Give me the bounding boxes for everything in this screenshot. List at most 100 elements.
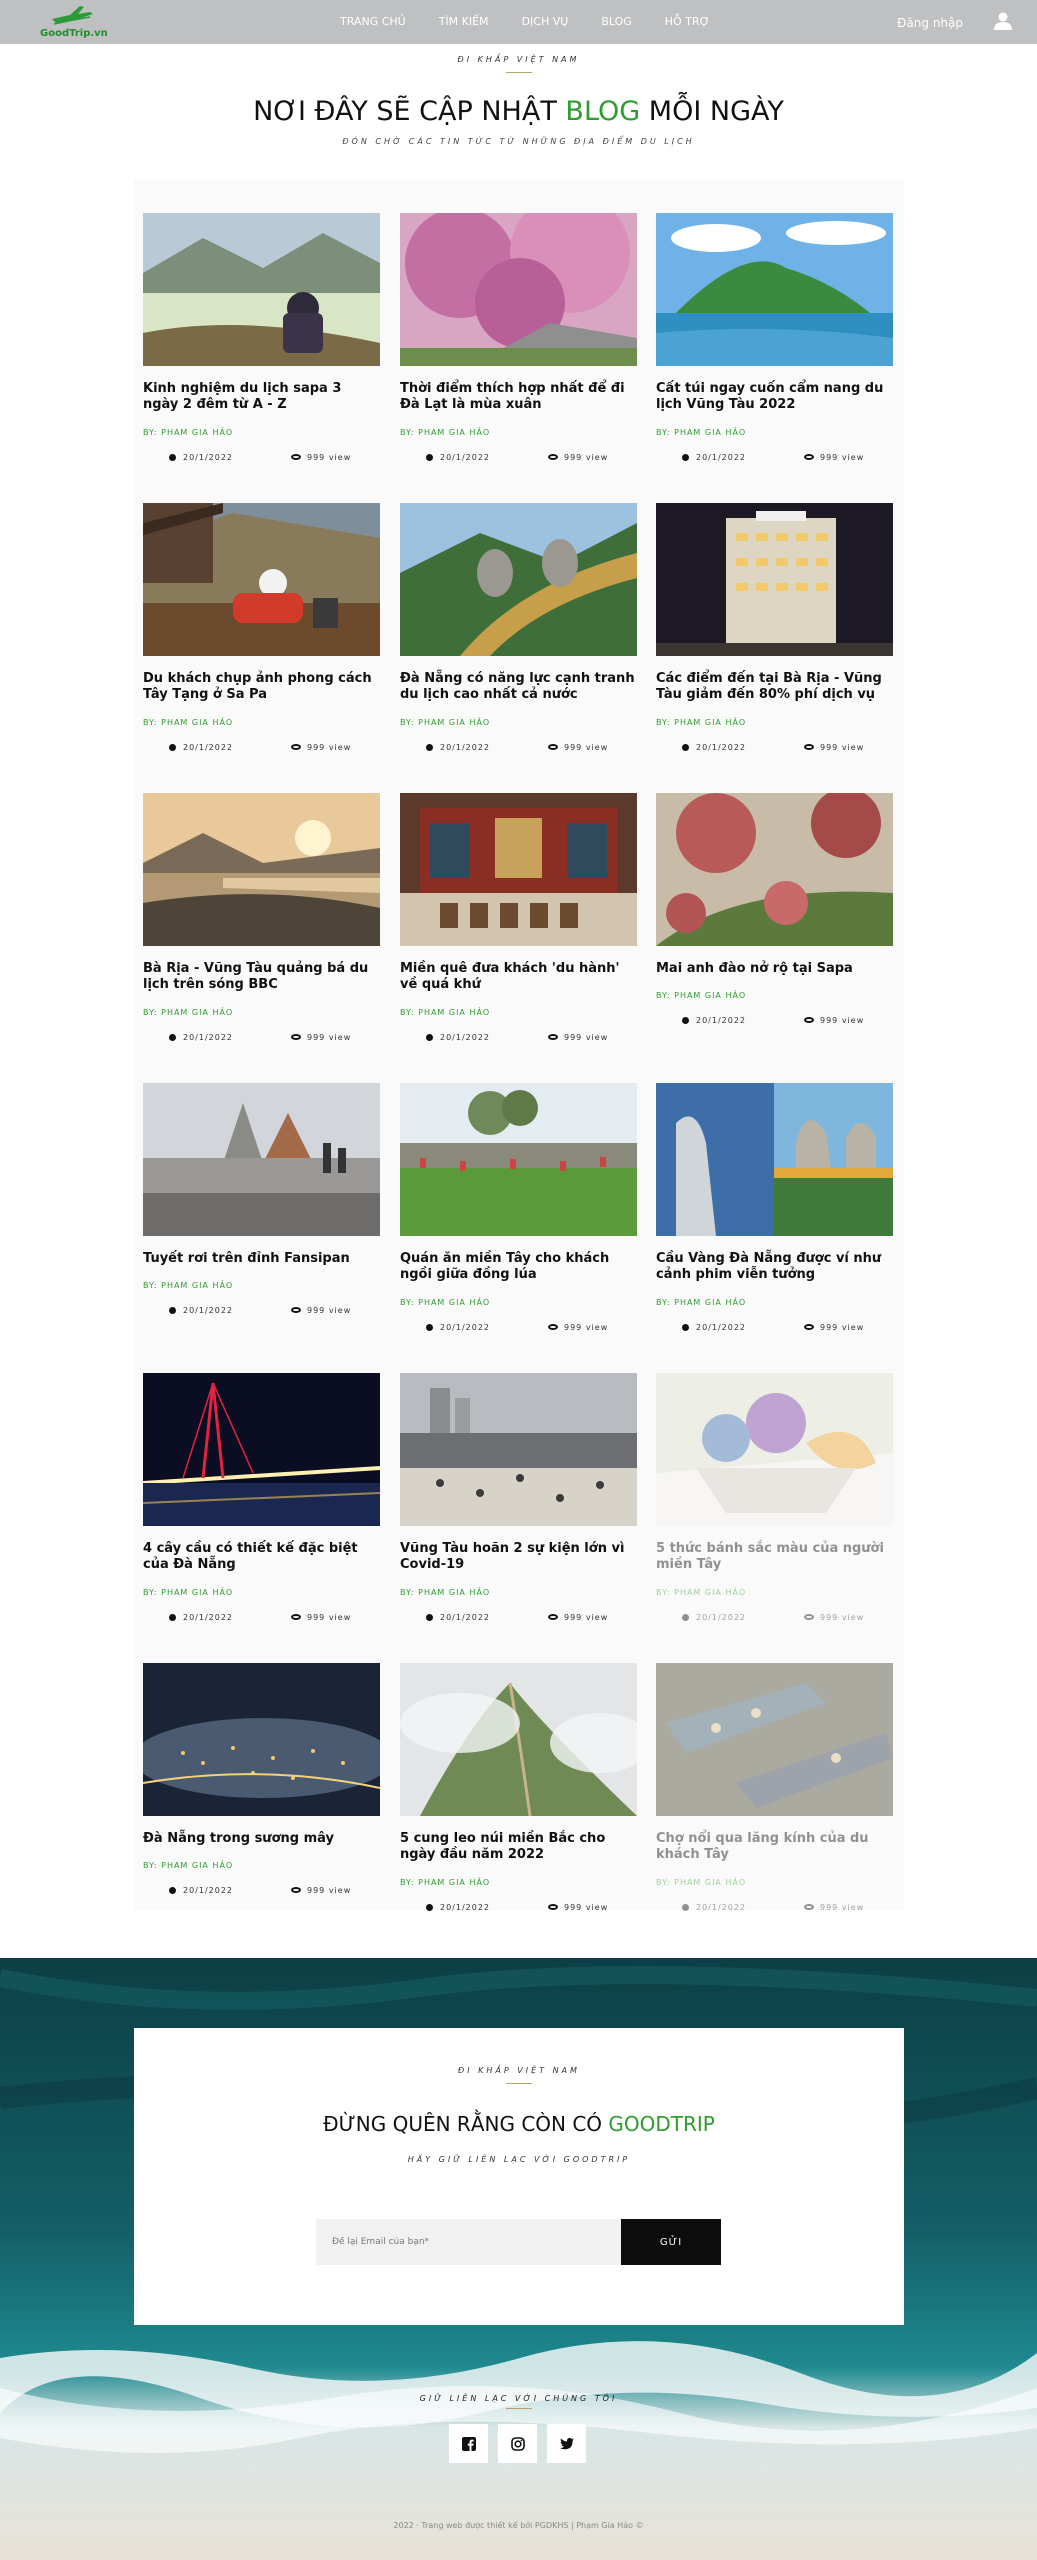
blog-card[interactable]: Cất túi ngay cuốn cẩm nang du lịch Vũng … [656, 213, 893, 483]
blog-card[interactable]: Đà Nẵng có năng lực cạnh tranh du lịch c… [400, 503, 637, 773]
blog-card[interactable]: Thời điểm thích hợp nhất để đi Đà Lạt là… [400, 213, 637, 483]
nav-item-blog[interactable]: BLOG [601, 15, 631, 28]
blog-date: 20/1/2022 [682, 1016, 746, 1025]
email-input[interactable] [316, 2219, 621, 2265]
blog-title[interactable]: Miền quê đưa khách 'du hành' về quá khứ [400, 961, 637, 993]
facebook-button[interactable] [449, 2424, 488, 2463]
blog-card[interactable]: Cầu Vàng Đà Nẵng được ví như cảnh phim v… [656, 1083, 893, 1353]
send-button[interactable]: GỬI [621, 2219, 721, 2265]
blog-card[interactable]: Chợ nổi qua lăng kính của du khách Tây BY… [656, 1663, 893, 1933]
blog-thumbnail[interactable] [656, 793, 893, 946]
blog-thumbnail[interactable] [656, 503, 893, 656]
blog-author: BY: PHAM GIA HẢO [656, 1878, 747, 1887]
blog-card[interactable]: Tuyết rơi trên đỉnh Fansipan BY: PHAM GIA… [143, 1083, 380, 1353]
blog-views: 999 view [291, 1306, 351, 1315]
blog-date-text: 20/1/2022 [183, 1306, 234, 1315]
blog-title[interactable]: Đà Nẵng có năng lực cạnh tranh du lịch c… [400, 671, 637, 703]
blog-card[interactable]: Du khách chụp ảnh phong cách Tây Tạng ở … [143, 503, 380, 773]
blog-title[interactable]: Thời điểm thích hợp nhất để đi Đà Lạt là… [400, 381, 637, 413]
facebook-icon [461, 2436, 476, 2451]
blog-card[interactable]: 5 thức bánh sắc màu của người miền Tây BY… [656, 1373, 893, 1643]
blog-author: BY: PHAM GIA HẢO [143, 718, 234, 727]
blog-title[interactable]: Cầu Vàng Đà Nẵng được ví như cảnh phim v… [656, 1251, 893, 1283]
blog-card[interactable]: Mai anh đào nở rộ tại Sapa BY: PHAM GIA H… [656, 793, 893, 1063]
clock-icon [426, 1904, 433, 1911]
user-icon[interactable] [993, 11, 1013, 31]
nav-item-support[interactable]: HỖ TRỢ [665, 15, 710, 28]
blog-title[interactable]: Quán ăn miền Tây cho khách ngồi giữa đồn… [400, 1251, 637, 1283]
blog-thumbnail[interactable] [656, 1663, 893, 1816]
blog-author: BY: PHAM GIA HẢO [400, 1008, 491, 1017]
blog-title[interactable]: Các điểm đến tại Bà Rịa - Vũng Tàu giảm … [656, 671, 893, 703]
twitter-button[interactable] [547, 2424, 586, 2463]
subscribe-subtitle: HÃY GIỮ LIÊN LẠC VỚI GOODTRIP [407, 2155, 631, 2164]
blog-card[interactable]: Kinh nghiệm du lịch sapa 3 ngày 2 đêm từ… [143, 213, 380, 483]
blog-date-text: 20/1/2022 [440, 453, 491, 462]
nav-item-home[interactable]: TRANG CHỦ [340, 15, 406, 28]
blog-card[interactable]: Bà Rịa - Vũng Tàu quảng bá du lịch trên … [143, 793, 380, 1063]
blog-date-text: 20/1/2022 [696, 1613, 747, 1622]
blog-card[interactable]: Các điểm đến tại Bà Rịa - Vũng Tàu giảm … [656, 503, 893, 773]
blog-views: 999 view [291, 1033, 351, 1042]
blog-card[interactable]: 4 cây cầu có thiết kế đặc biệt của Đà Nẵ… [143, 1373, 380, 1643]
blog-thumbnail[interactable] [143, 1373, 380, 1526]
blog-date-text: 20/1/2022 [183, 453, 234, 462]
blog-date: 20/1/2022 [426, 743, 490, 752]
blog-thumbnail[interactable] [143, 213, 380, 366]
blog-title[interactable]: Cất túi ngay cuốn cẩm nang du lịch Vũng … [656, 381, 893, 413]
blog-title[interactable]: Du khách chụp ảnh phong cách Tây Tạng ở … [143, 671, 380, 703]
blog-title[interactable]: 5 thức bánh sắc màu của người miền Tây [656, 1541, 893, 1573]
blog-views: 999 view [548, 743, 608, 752]
blog-thumbnail[interactable] [143, 1083, 380, 1236]
blog-thumbnail[interactable] [400, 503, 637, 656]
blog-thumbnail[interactable] [400, 793, 637, 946]
blog-thumbnail[interactable] [143, 793, 380, 946]
title-part-1: NƠI ĐÂY SẼ CẬP NHẬT [253, 96, 557, 127]
eye-icon [548, 1034, 558, 1040]
login-link[interactable]: Đăng nhập [897, 16, 963, 30]
site-logo[interactable]: GoodTrip.vn [40, 4, 108, 40]
blog-card[interactable]: Đà Nẵng trong sương mây BY: PHAM GIA HẢO 2… [143, 1663, 380, 1933]
blog-date: 20/1/2022 [426, 453, 490, 462]
blog-thumbnail[interactable] [143, 503, 380, 656]
blog-title[interactable]: 4 cây cầu có thiết kế đặc biệt của Đà Nẵ… [143, 1541, 380, 1573]
blog-thumbnail[interactable] [656, 1373, 893, 1526]
blog-date: 20/1/2022 [426, 1613, 490, 1622]
blog-title[interactable]: Bà Rịa - Vũng Tàu quảng bá du lịch trên … [143, 961, 380, 993]
eye-icon [291, 1307, 301, 1313]
blog-card[interactable]: Miền quê đưa khách 'du hành' về quá khứ B… [400, 793, 637, 1063]
blog-date: 20/1/2022 [426, 1033, 490, 1042]
blog-title[interactable]: Mai anh đào nở rộ tại Sapa [656, 961, 893, 977]
blog-author: BY: PHAM GIA HẢO [143, 1861, 234, 1870]
blog-thumbnail[interactable] [400, 1373, 637, 1526]
clock-icon [682, 1017, 689, 1024]
blog-date: 20/1/2022 [426, 1903, 490, 1912]
blog-thumbnail[interactable] [656, 1083, 893, 1236]
blog-views: 999 view [804, 1613, 864, 1622]
social-links [449, 2424, 596, 2463]
blog-title[interactable]: 5 cung leo núi miền Bắc cho ngày đầu năm… [400, 1831, 637, 1863]
blog-author: BY: PHAM GIA HẢO [400, 1298, 491, 1307]
blog-title[interactable]: Đà Nẵng trong sương mây [143, 1831, 380, 1847]
blog-thumbnail[interactable] [400, 1083, 637, 1236]
eye-icon [548, 1904, 558, 1910]
blog-thumbnail[interactable] [143, 1663, 380, 1816]
nav-item-search[interactable]: TÌM KIẾM [439, 15, 489, 28]
instagram-button[interactable] [498, 2424, 537, 2463]
blog-card[interactable]: Quán ăn miền Tây cho khách ngồi giữa đồn… [400, 1083, 637, 1353]
nav-item-services[interactable]: DỊCH VỤ [522, 15, 569, 28]
clock-icon [169, 744, 176, 751]
blog-thumbnail[interactable] [400, 213, 637, 366]
blog-card[interactable]: 5 cung leo núi miền Bắc cho ngày đầu năm… [400, 1663, 637, 1933]
blog-title[interactable]: Vũng Tàu hoãn 2 sự kiện lớn vì Covid-19 [400, 1541, 637, 1573]
blog-title[interactable]: Chợ nổi qua lăng kính của du khách Tây [656, 1831, 893, 1863]
blog-thumbnail[interactable] [400, 1663, 637, 1816]
blog-thumbnail[interactable] [656, 213, 893, 366]
blog-date-text: 20/1/2022 [440, 743, 491, 752]
blog-title[interactable]: Tuyết rơi trên đỉnh Fansipan [143, 1251, 380, 1267]
blog-date-text: 20/1/2022 [440, 1613, 491, 1622]
blog-title[interactable]: Kinh nghiệm du lịch sapa 3 ngày 2 đêm từ… [143, 381, 380, 413]
blog-views-text: 999 view [564, 1613, 609, 1622]
title-accent: BLOG [565, 96, 641, 127]
blog-card[interactable]: Vũng Tàu hoãn 2 sự kiện lớn vì Covid-19 B… [400, 1373, 637, 1643]
